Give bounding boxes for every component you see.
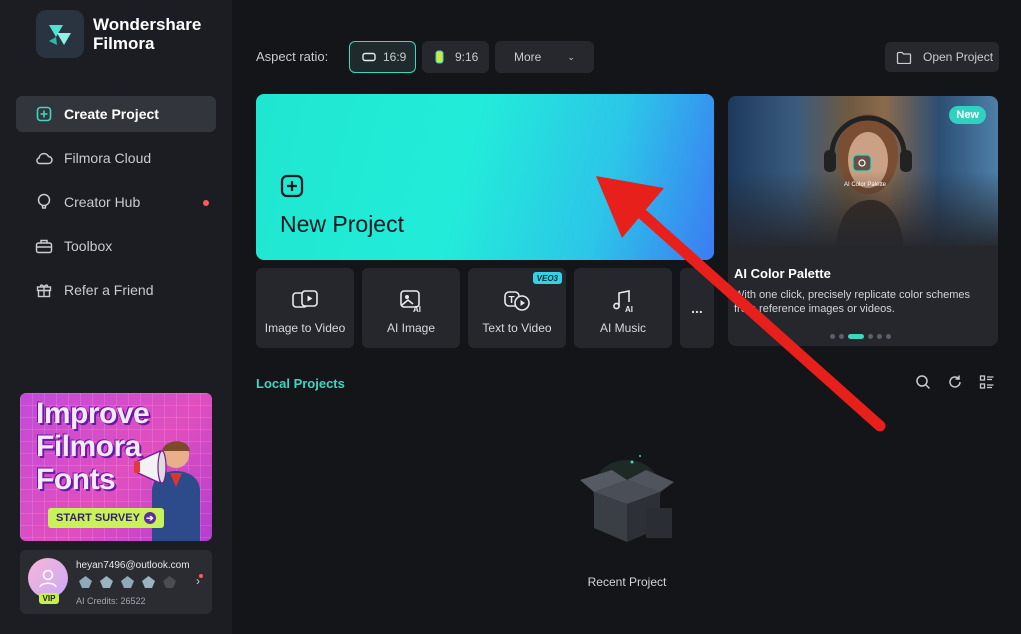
sidebar-item-label: Filmora Cloud	[64, 150, 152, 166]
account-card[interactable]: VIP heyan7496@outlook.com AI Credits: 26…	[20, 550, 212, 614]
more-tools-button[interactable]: ...	[680, 268, 714, 348]
cloud-icon	[35, 149, 53, 167]
tool-label: Image to Video	[264, 321, 346, 335]
new-project-label: New Project	[280, 211, 404, 237]
app-name-line2: Filmora	[93, 34, 155, 53]
aspect-9-16-label: 9:16	[455, 50, 479, 64]
ai-music-icon: AI	[613, 290, 633, 314]
aspect-more-dropdown[interactable]: More ⌄	[495, 41, 594, 73]
user-icon	[39, 569, 57, 588]
local-projects-title: Local Projects	[256, 376, 345, 391]
survey-promo-banner[interactable]: Improve Filmora Fonts START SURVEY ➔	[20, 393, 212, 541]
feature-description: With one click, precisely replicate colo…	[734, 289, 970, 315]
aspect-16-9-button[interactable]: 16:9	[349, 41, 416, 73]
tool-text-to-video[interactable]: VEO3 T Text to Video	[468, 268, 566, 348]
app-name-line1: Wondershare	[93, 15, 202, 34]
achievement-badges	[78, 575, 177, 589]
badge-icon	[121, 576, 134, 588]
sidebar-item-toolbox[interactable]: Toolbox	[16, 228, 216, 264]
sidebar-item-create-project[interactable]: Create Project	[16, 96, 216, 132]
more-icon: ...	[691, 300, 703, 316]
sidebar: Wondershare Filmora Create Project Filmo…	[0, 0, 232, 634]
folder-icon	[896, 51, 912, 64]
ai-image-icon: AI	[400, 290, 421, 314]
empty-box-icon	[580, 455, 674, 542]
feature-overlay-label: AI Color Palette	[844, 182, 887, 188]
svg-text:AI: AI	[413, 305, 421, 314]
gift-icon	[35, 281, 53, 299]
svg-text:AI: AI	[625, 305, 633, 314]
badge-icon	[79, 576, 92, 588]
avatar[interactable]	[28, 558, 68, 598]
carousel-dot[interactable]	[886, 334, 891, 339]
tool-image-to-video[interactable]: Image to Video	[256, 268, 354, 348]
notification-dot	[203, 200, 209, 206]
sidebar-item-label: Create Project	[64, 106, 159, 122]
sidebar-item-refer-a-friend[interactable]: Refer a Friend	[16, 272, 216, 308]
account-email: heyan7496@outlook.com	[76, 560, 190, 571]
veo3-badge: VEO3	[532, 272, 562, 284]
feature-title: AI Color Palette	[734, 266, 831, 281]
notification-dot	[199, 574, 203, 578]
ai-credits: AI Credits: 26522	[76, 596, 146, 606]
megaphone-icon	[134, 449, 167, 485]
carousel-dot[interactable]	[868, 334, 873, 339]
carousel-dot-active[interactable]	[848, 334, 864, 339]
toolbox-icon	[35, 237, 53, 255]
sidebar-item-filmora-cloud[interactable]: Filmora Cloud	[16, 140, 216, 176]
sidebar-item-creator-hub[interactable]: Creator Hub	[16, 184, 216, 220]
tool-label: Text to Video	[482, 321, 552, 335]
open-project-button[interactable]: Open Project	[885, 42, 999, 72]
start-survey-label: START SURVEY	[56, 512, 140, 524]
aspect-ratio-label: Aspect ratio:	[256, 49, 329, 64]
chevron-down-icon: ⌄	[567, 51, 575, 62]
text-to-video-icon: T	[504, 291, 530, 311]
plus-square-icon	[280, 174, 304, 198]
aspect-9-16-button[interactable]: 9:16	[422, 41, 489, 73]
open-project-label: Open Project	[923, 50, 994, 64]
tool-ai-image[interactable]: AI AI Image	[362, 268, 460, 348]
svg-text:T: T	[509, 295, 515, 306]
list-view-icon[interactable]	[979, 374, 995, 390]
sidebar-item-label: Creator Hub	[64, 194, 141, 210]
aspect-16-9-label: 16:9	[383, 50, 407, 64]
app-logo: Wondershare Filmora	[36, 10, 213, 58]
start-survey-button[interactable]: START SURVEY ➔	[48, 508, 164, 528]
carousel-dots	[830, 334, 891, 339]
tool-label: AI Image	[386, 321, 436, 335]
plus-square-icon	[35, 105, 53, 123]
new-project-card[interactable]: New Project	[256, 94, 714, 260]
carousel-dot[interactable]	[839, 334, 844, 339]
carousel-dot[interactable]	[830, 334, 835, 339]
badge-icon	[100, 576, 113, 588]
app-name: Wondershare Filmora	[93, 15, 213, 53]
recent-project-label: Recent Project	[587, 575, 667, 589]
sidebar-item-label: Refer a Friend	[64, 282, 154, 298]
aspect-more-label: More	[514, 50, 542, 64]
color-palette-icon	[852, 154, 872, 172]
landscape-icon	[362, 52, 376, 62]
portrait-icon	[435, 50, 444, 64]
tool-label: AI Music	[599, 321, 646, 335]
feature-carousel-card[interactable]: AI Color Palette New AI Color Palette Wi…	[728, 96, 998, 346]
new-badge: New	[949, 106, 986, 124]
sidebar-item-label: Toolbox	[64, 238, 113, 254]
vip-badge: VIP	[39, 593, 59, 604]
lightbulb-icon	[35, 193, 53, 211]
badge-icon	[163, 576, 176, 588]
sidebar-nav: Create Project Filmora Cloud Creator Hub…	[16, 96, 216, 316]
carousel-dot[interactable]	[877, 334, 882, 339]
tool-ai-music[interactable]: AI AI Music	[574, 268, 672, 348]
search-icon[interactable]	[915, 374, 931, 390]
image-to-video-icon	[292, 290, 318, 308]
badge-icon	[142, 576, 155, 588]
arrow-right-icon: ➔	[143, 512, 156, 524]
refresh-icon[interactable]	[947, 374, 963, 390]
filmora-logo-icon	[36, 10, 84, 58]
